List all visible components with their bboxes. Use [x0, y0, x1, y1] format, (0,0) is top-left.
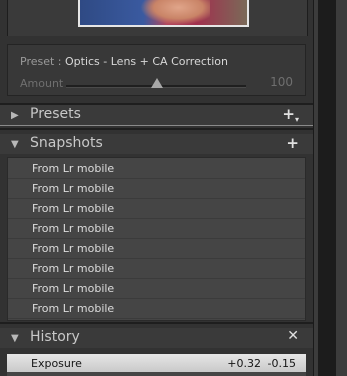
history-step-name: Exposure [31, 357, 82, 370]
right-panel: Preset : Optics - Lens + CA Correction A… [0, 0, 313, 376]
snapshots-header[interactable]: ▼ Snapshots + [0, 134, 313, 154]
list-item[interactable]: From Lr mobile [8, 239, 305, 259]
list-item[interactable]: From Lr mobile [8, 259, 305, 279]
amount-value[interactable]: 100 [270, 75, 293, 89]
history-step-value: -0.15 [267, 357, 296, 370]
presets-title: Presets [30, 106, 81, 122]
list-item[interactable]: From Lr mobile [8, 199, 305, 219]
plus-dropdown-icon[interactable]: +▾ [282, 105, 299, 124]
section-divider [0, 322, 313, 324]
photo-thumbnail[interactable] [78, 0, 249, 27]
section-divider [0, 128, 313, 130]
history-title: History [30, 329, 80, 345]
preset-label: Preset : [20, 55, 65, 68]
close-x-icon[interactable]: ✕ [287, 328, 299, 344]
list-item[interactable]: From Lr mobile [8, 279, 305, 299]
snapshot-name: From Lr mobile [32, 262, 115, 275]
thumbnail-image-detail [140, 0, 210, 25]
snapshot-name: From Lr mobile [32, 302, 115, 315]
list-item[interactable]: From Lr mobile [8, 299, 305, 319]
snapshot-name: From Lr mobile [32, 182, 115, 195]
history-step-change: +0.32 [227, 357, 261, 370]
expand-triangle-icon[interactable]: ▶ [11, 110, 19, 121]
list-item[interactable]: From Lr mobile [8, 179, 305, 199]
amount-slider-thumb[interactable] [151, 78, 163, 88]
panel-scrollbar[interactable] [318, 0, 336, 376]
list-item[interactable]: From Lr mobile [8, 159, 305, 179]
history-list-remainder [7, 372, 306, 376]
snapshots-list: From Lr mobile From Lr mobile From Lr mo… [7, 157, 306, 321]
snapshots-title: Snapshots [30, 135, 103, 151]
photo-preview-area [7, 0, 308, 36]
amount-label: Amount [20, 77, 64, 90]
snapshot-name: From Lr mobile [32, 242, 115, 255]
preset-value: Optics - Lens + CA Correction [65, 55, 228, 68]
snapshot-name: From Lr mobile [32, 202, 115, 215]
section-divider [0, 125, 313, 126]
collapse-triangle-icon[interactable]: ▼ [11, 333, 19, 344]
snapshot-name: From Lr mobile [32, 222, 115, 235]
preset-amount-box: Preset : Optics - Lens + CA Correction A… [7, 44, 306, 96]
history-row-selected[interactable]: Exposure +0.32 -0.15 [7, 354, 306, 372]
snapshot-name: From Lr mobile [32, 282, 115, 295]
history-header[interactable]: ▼ History ✕ [0, 328, 313, 348]
presets-header[interactable]: ▶ Presets +▾ [0, 105, 313, 125]
collapse-triangle-icon[interactable]: ▼ [11, 139, 19, 150]
list-item[interactable]: From Lr mobile [8, 219, 305, 239]
snapshot-name: From Lr mobile [32, 162, 115, 175]
preset-name-line: Preset : Optics - Lens + CA Correction [20, 55, 228, 68]
plus-icon[interactable]: + [286, 134, 299, 152]
